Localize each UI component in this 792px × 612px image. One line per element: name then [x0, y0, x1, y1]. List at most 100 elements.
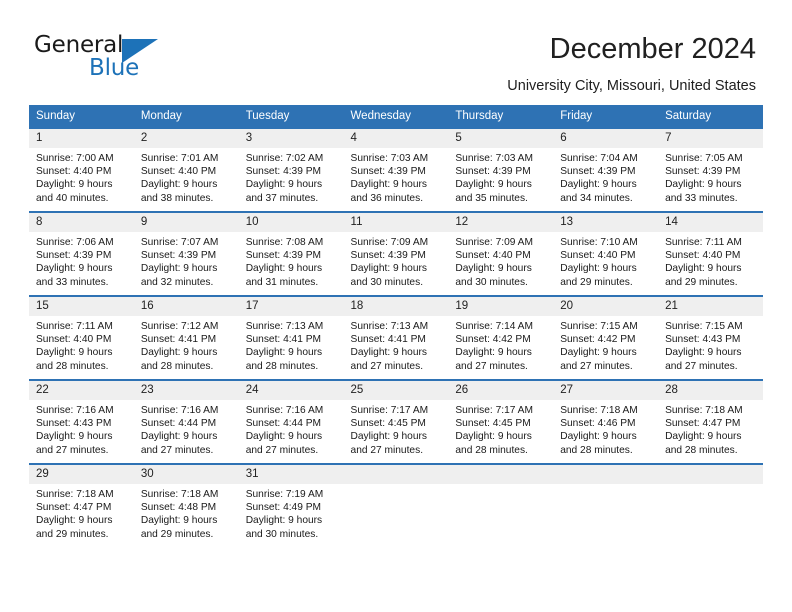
day-number: 21 [658, 297, 763, 316]
day-sun-info: Sunrise: 7:07 AM Sunset: 4:39 PM Daylight:… [134, 232, 239, 289]
sunrise-text: Sunrise: 7:09 AM [455, 237, 533, 248]
daylight-text-line1: Daylight: 9 hours [140, 431, 218, 443]
day-cell[interactable]: 3 Sunrise: 7:02 AM Sunset: 4:39 PM Daylight… [238, 127, 344, 211]
daylight-text-line1: Daylight: 9 hours [245, 179, 323, 191]
sunset-text: Sunset: 4:40 PM [455, 250, 531, 262]
weekday-header-wednesday: Wednesday [343, 105, 449, 127]
day-number: 22 [29, 381, 134, 400]
weekday-header-friday: Friday [553, 105, 659, 127]
daylight-text-line1: Daylight: 9 hours [245, 515, 323, 527]
weekday-header-thursday: Thursday [448, 105, 554, 127]
day-cell[interactable]: 11 Sunrise: 7:09 AM Sunset: 4:39 PM Dayligh… [343, 211, 449, 295]
day-cell[interactable]: 16 Sunrise: 7:12 AM Sunset: 4:41 PM Dayligh… [133, 295, 239, 379]
calendar-cell: 14 Sunrise: 7:11 AM Sunset: 4:40 PM Dayligh… [658, 211, 763, 295]
day-cell[interactable]: 20 Sunrise: 7:15 AM Sunset: 4:42 PM Dayligh… [553, 295, 659, 379]
sunrise-text: Sunrise: 7:17 AM [455, 405, 533, 416]
daylight-text-line1: Daylight: 9 hours [455, 431, 532, 443]
day-cell[interactable]: 17 Sunrise: 7:13 AM Sunset: 4:41 PM Dayligh… [238, 295, 344, 379]
daylight-text-line1: Daylight: 9 hours [36, 515, 113, 527]
sunrise-text: Sunrise: 7:06 AM [36, 237, 114, 248]
calendar-week-row: 29 Sunrise: 7:18 AM Sunset: 4:47 PM Dayligh… [29, 463, 763, 547]
day-cell[interactable]: 5 Sunrise: 7:03 AM Sunset: 4:39 PM Daylight… [448, 127, 554, 211]
day-cell[interactable]: 14 Sunrise: 7:11 AM Sunset: 4:40 PM Dayligh… [658, 211, 763, 295]
day-cell[interactable]: 18 Sunrise: 7:13 AM Sunset: 4:41 PM Dayligh… [343, 295, 449, 379]
calendar-cell: 9 Sunrise: 7:07 AM Sunset: 4:39 PM Daylight… [133, 211, 239, 295]
day-sun-info: Sunrise: 7:13 AM Sunset: 4:41 PM Daylight:… [239, 316, 344, 373]
day-number: 14 [658, 213, 763, 232]
sunrise-text: Sunrise: 7:16 AM [245, 405, 324, 416]
day-cell[interactable]: 1 Sunrise: 7:00 AM Sunset: 4:40 PM Daylight… [29, 127, 134, 211]
day-cell[interactable]: 21 Sunrise: 7:15 AM Sunset: 4:43 PM Dayligh… [658, 295, 763, 379]
daylight-text-line1: Daylight: 9 hours [350, 179, 427, 191]
sunrise-text: Sunrise: 7:11 AM [36, 321, 113, 332]
calendar-cell: 7 Sunrise: 7:05 AM Sunset: 4:39 PM Daylight… [658, 127, 763, 211]
sunset-text: Sunset: 4:43 PM [36, 418, 112, 430]
day-sun-info: Sunrise: 7:18 AM Sunset: 4:48 PM Daylight:… [134, 484, 239, 541]
daylight-text-line2: and 32 minutes. [140, 276, 214, 288]
day-cell[interactable]: 29 Sunrise: 7:18 AM Sunset: 4:47 PM Dayligh… [29, 463, 134, 547]
calendar-cell: 31 Sunrise: 7:19 AM Sunset: 4:49 PM Dayligh… [238, 463, 344, 547]
day-cell[interactable]: 25 Sunrise: 7:17 AM Sunset: 4:45 PM Dayligh… [343, 379, 449, 463]
day-sun-info: Sunrise: 7:09 AM Sunset: 4:39 PM Daylight:… [344, 232, 449, 289]
sunset-text: Sunset: 4:44 PM [140, 418, 217, 430]
sunrise-text: Sunrise: 7:18 AM [665, 405, 743, 416]
day-cell[interactable]: 19 Sunrise: 7:14 AM Sunset: 4:42 PM Dayligh… [448, 295, 554, 379]
day-cell[interactable]: 8 Sunrise: 7:06 AM Sunset: 4:39 PM Daylight… [29, 211, 134, 295]
day-number: 29 [29, 465, 134, 484]
day-cell[interactable]: 27 Sunrise: 7:18 AM Sunset: 4:46 PM Dayligh… [553, 379, 659, 463]
day-cell[interactable]: 13 Sunrise: 7:10 AM Sunset: 4:40 PM Dayligh… [553, 211, 659, 295]
day-number: 28 [658, 381, 763, 400]
day-sun-info: Sunrise: 7:11 AM Sunset: 4:40 PM Daylight:… [658, 232, 763, 289]
sunset-text: Sunset: 4:41 PM [140, 334, 217, 346]
day-cell[interactable]: 23 Sunrise: 7:16 AM Sunset: 4:44 PM Dayligh… [133, 379, 239, 463]
sunrise-text: Sunrise: 7:12 AM [140, 321, 219, 332]
day-cell[interactable]: 31 Sunrise: 7:19 AM Sunset: 4:49 PM Dayligh… [238, 463, 344, 547]
day-cell[interactable]: 9 Sunrise: 7:07 AM Sunset: 4:39 PM Daylight… [133, 211, 239, 295]
day-number: 23 [133, 381, 239, 400]
calendar-cell: 21 Sunrise: 7:15 AM Sunset: 4:43 PM Dayligh… [658, 295, 763, 379]
day-cell[interactable]: 10 Sunrise: 7:08 AM Sunset: 4:39 PM Dayligh… [238, 211, 344, 295]
day-cell[interactable]: 12 Sunrise: 7:09 AM Sunset: 4:40 PM Dayligh… [448, 211, 554, 295]
sunrise-text: Sunrise: 7:15 AM [665, 321, 743, 332]
sunset-text: Sunset: 4:39 PM [455, 166, 531, 178]
day-sun-info: Sunrise: 7:05 AM Sunset: 4:39 PM Daylight:… [658, 148, 763, 205]
daylight-text-line1: Daylight: 9 hours [560, 431, 637, 443]
day-cell[interactable]: 30 Sunrise: 7:18 AM Sunset: 4:48 PM Dayligh… [133, 463, 239, 547]
general-blue-logo[interactable]: General Blue [34, 32, 204, 82]
calendar-cell: 5 Sunrise: 7:03 AM Sunset: 4:39 PM Daylight… [448, 127, 554, 211]
calendar-cell: 23 Sunrise: 7:16 AM Sunset: 4:44 PM Dayligh… [133, 379, 239, 463]
day-sun-info: Sunrise: 7:03 AM Sunset: 4:39 PM Daylight:… [344, 148, 449, 205]
day-sun-info: Sunrise: 7:13 AM Sunset: 4:41 PM Daylight:… [344, 316, 449, 373]
calendar-cell: 13 Sunrise: 7:10 AM Sunset: 4:40 PM Dayligh… [553, 211, 659, 295]
day-cell[interactable]: 28 Sunrise: 7:18 AM Sunset: 4:47 PM Dayligh… [658, 379, 763, 463]
day-number: 6 [553, 129, 659, 148]
calendar-cell [658, 463, 763, 547]
day-sun-info: Sunrise: 7:18 AM Sunset: 4:46 PM Daylight:… [553, 400, 658, 457]
day-cell[interactable]: 6 Sunrise: 7:04 AM Sunset: 4:39 PM Daylight… [553, 127, 659, 211]
sunset-text: Sunset: 4:42 PM [455, 334, 531, 346]
day-cell[interactable]: 26 Sunrise: 7:17 AM Sunset: 4:45 PM Dayligh… [448, 379, 554, 463]
daylight-text-line2: and 27 minutes. [350, 444, 424, 456]
daylight-text-line1: Daylight: 9 hours [245, 347, 323, 359]
calendar-week-row: 22 Sunrise: 7:16 AM Sunset: 4:43 PM Dayligh… [29, 379, 763, 463]
daylight-text-line2: and 29 minutes. [36, 528, 109, 540]
sunrise-text: Sunrise: 7:13 AM [350, 321, 429, 332]
day-number: 18 [343, 297, 449, 316]
day-cell[interactable]: 24 Sunrise: 7:16 AM Sunset: 4:44 PM Dayligh… [238, 379, 344, 463]
sunset-text: Sunset: 4:44 PM [245, 418, 322, 430]
page-subtitle: University City, Missouri, United States [507, 78, 756, 94]
page-header: General Blue December 2024 University Ci… [0, 0, 792, 94]
calendar-table: Sunday Monday Tuesday Wednesday Thursday… [29, 105, 763, 547]
day-cell[interactable]: 15 Sunrise: 7:11 AM Sunset: 4:40 PM Dayligh… [29, 295, 134, 379]
calendar-cell: 8 Sunrise: 7:06 AM Sunset: 4:39 PM Daylight… [29, 211, 134, 295]
daylight-text-line2: and 29 minutes. [665, 276, 738, 288]
day-cell[interactable]: 7 Sunrise: 7:05 AM Sunset: 4:39 PM Daylight… [658, 127, 763, 211]
day-cell[interactable]: 4 Sunrise: 7:03 AM Sunset: 4:39 PM Daylight… [343, 127, 449, 211]
calendar-cell: 11 Sunrise: 7:09 AM Sunset: 4:39 PM Dayligh… [343, 211, 449, 295]
day-cell[interactable]: 22 Sunrise: 7:16 AM Sunset: 4:43 PM Dayligh… [29, 379, 134, 463]
daylight-text-line1: Daylight: 9 hours [140, 515, 218, 527]
day-sun-info: Sunrise: 7:01 AM Sunset: 4:40 PM Daylight:… [134, 148, 239, 205]
day-number: 11 [343, 213, 449, 232]
sunset-text: Sunset: 4:43 PM [665, 334, 741, 346]
day-cell[interactable]: 2 Sunrise: 7:01 AM Sunset: 4:40 PM Daylight… [133, 127, 239, 211]
